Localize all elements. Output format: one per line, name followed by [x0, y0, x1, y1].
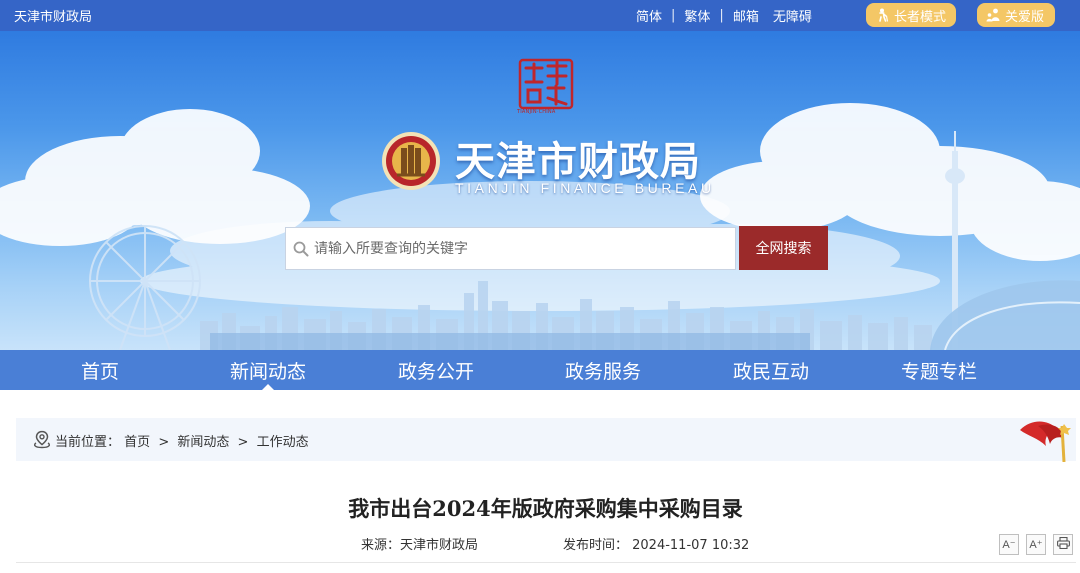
care-people-icon [986, 8, 1000, 22]
main-nav: 首页 新闻动态 政务公开 政务服务 政民互动 专题专栏 [0, 350, 1080, 391]
nav-item-special-topics[interactable]: 专题专栏 [855, 350, 1023, 390]
breadcrumb-home[interactable]: 首页 [124, 435, 150, 450]
search-box [285, 227, 736, 270]
decrease-font-button[interactable]: A⁻ [999, 534, 1019, 555]
elder-person-icon [875, 8, 889, 22]
article-source: 来源：天津市财政局 [361, 538, 479, 553]
breadcrumb-label: 当前位置： [55, 435, 121, 450]
seal-caption: TIANJIN·CHINA [517, 109, 556, 115]
breadcrumb: 当前位置： 首页 > 新闻动态 > 工作动态 [16, 418, 1076, 461]
breadcrumb-trail: 当前位置： 首页 > 新闻动态 > 工作动态 [55, 431, 309, 450]
article-title: 我市出台2024年版政府采购集中采购目录 [348, 496, 743, 521]
top-links: 简体 | 繁体 | 邮箱 无障碍 [636, 6, 812, 25]
accessibility-link[interactable]: 无障碍 [773, 6, 812, 25]
printer-icon [1056, 536, 1070, 552]
article-publish-time: 发布时间： 2024-11-07 10:32 [563, 538, 750, 553]
search-button[interactable]: 全网搜索 [739, 226, 828, 270]
separator: | [671, 8, 676, 23]
top-bar: 天津市财政局 简体 | 繁体 | 邮箱 无障碍 长者模式 关爱版 [0, 0, 1080, 31]
care-mode-label: 关爱版 [1005, 9, 1045, 25]
separator: | [719, 8, 724, 23]
nav-item-home[interactable]: 首页 [16, 350, 184, 390]
nav-item-government-affairs[interactable]: 政务公开 [352, 350, 520, 390]
breadcrumb-separator: > [158, 435, 170, 450]
elder-mode-label: 长者模式 [894, 9, 947, 25]
red-ribbon-decoration [1020, 421, 1071, 462]
care-mode-button[interactable]: 关爱版 [977, 3, 1055, 27]
breadcrumb-news[interactable]: 新闻动态 [177, 435, 229, 450]
elder-mode-button[interactable]: 长者模式 [866, 3, 956, 27]
site-name[interactable]: 天津市财政局 [14, 6, 92, 25]
search-icon [293, 241, 309, 257]
search-input[interactable] [314, 240, 714, 257]
print-button[interactable] [1053, 534, 1073, 555]
location-pin-icon [33, 430, 51, 449]
simplified-chinese-link[interactable]: 简体 [636, 6, 662, 25]
header-banner: TIANJIN·CHINA 天津市财政局 TIANJIN FINANCE BUR… [0, 31, 1080, 350]
breadcrumb-separator: > [237, 435, 249, 450]
header-divider [16, 562, 1076, 563]
breadcrumb-work-news[interactable]: 工作动态 [257, 435, 309, 450]
site-title-english: TIANJIN FINANCE BUREAU [455, 180, 715, 196]
increase-font-button[interactable]: A⁺ [1026, 534, 1046, 555]
mailbox-link[interactable]: 邮箱 [733, 6, 759, 25]
traditional-chinese-link[interactable]: 繁体 [684, 6, 710, 25]
nav-item-public-interaction[interactable]: 政民互动 [687, 350, 855, 390]
finance-bureau-emblem[interactable] [381, 131, 441, 191]
site-title-chinese: 天津市财政局 [455, 139, 701, 185]
nav-item-news[interactable]: 新闻动态 [184, 350, 352, 391]
nav-item-government-services[interactable]: 政务服务 [519, 350, 687, 390]
